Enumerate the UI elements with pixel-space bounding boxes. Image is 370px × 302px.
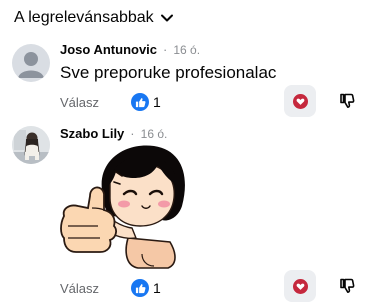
like-icon [131,93,150,111]
dislike-icon[interactable] [338,92,356,110]
meta-separator: · [163,42,168,57]
reaction-summary[interactable]: 1 [131,93,161,111]
comment-actions: Válasz 1 [60,279,161,297]
avatar[interactable] [12,44,50,82]
sort-label: A legrelevánsabbak [14,9,154,26]
like-icon [131,279,150,297]
react-button[interactable] [284,85,316,117]
comment-time[interactable]: 16 ó. [141,127,168,141]
heart-icon [292,278,308,294]
reaction-summary[interactable]: 1 [131,279,161,297]
profile-photo [12,126,50,164]
comment-time[interactable]: 16 ó. [173,43,200,57]
react-button[interactable] [284,270,316,302]
author-name[interactable]: Szabo Lily [60,126,124,141]
comment-right-actions [284,270,356,302]
heart-icon [292,93,308,109]
sort-dropdown[interactable]: A legrelevánsabbak [14,9,174,27]
reply-button[interactable]: Válasz [60,95,99,110]
author-name[interactable]: Joso Antunovic [60,42,157,57]
reaction-count: 1 [153,280,161,296]
sticker-image[interactable] [58,142,186,270]
comment-text: Sve preporuke profesionalac [60,63,277,82]
reaction-count: 1 [153,94,161,110]
comment-right-actions [284,85,356,117]
comment-meta: Szabo Lily · 16 ó. [60,126,167,141]
reply-button[interactable]: Válasz [60,281,99,296]
comment-meta: Joso Antunovic · 16 ó. [60,42,200,57]
meta-separator: · [130,126,135,141]
avatar[interactable] [12,126,50,164]
dislike-icon[interactable] [338,277,356,295]
comment-actions: Válasz 1 [60,93,161,111]
chevron-down-icon [160,14,173,22]
default-avatar-icon [18,52,44,78]
